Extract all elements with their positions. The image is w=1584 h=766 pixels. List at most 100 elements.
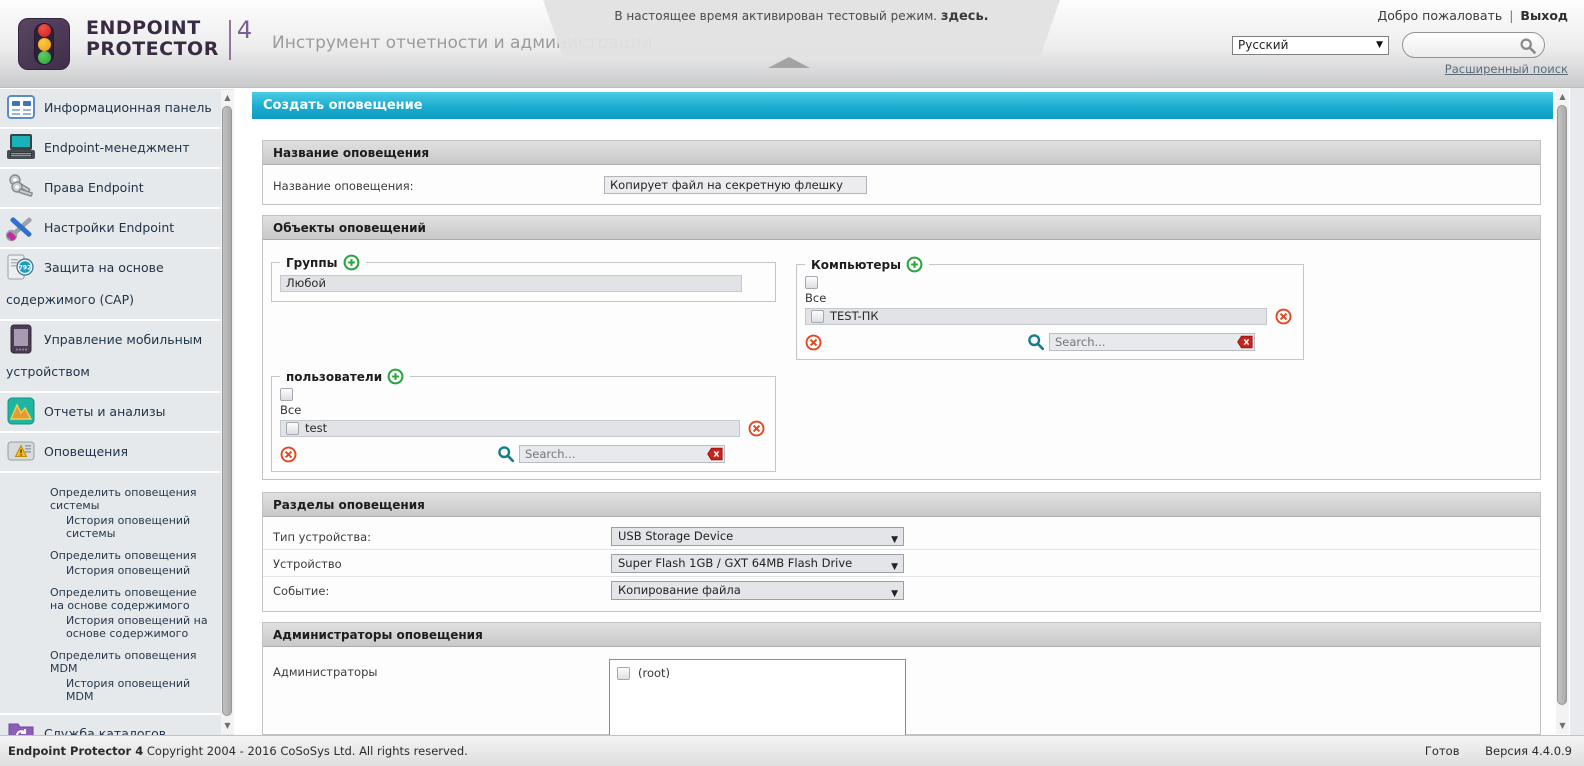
status-ready: Готов (1424, 744, 1460, 758)
sidebar-item-label: Endpoint-менеджмент (44, 140, 190, 155)
add-group-icon[interactable] (343, 254, 360, 271)
session-bar: Добро пожаловать | Выход (1378, 8, 1569, 23)
administrator-root-checkbox[interactable] (617, 666, 630, 680)
logo[interactable]: ENDPOINT PROTECTOR 4 (18, 16, 253, 70)
remove-computer-icon[interactable] (1275, 308, 1292, 325)
computers-search-input[interactable] (1049, 333, 1255, 351)
clear-users-icon[interactable] (280, 446, 297, 463)
sidebar-scrollbar[interactable]: ▲ ▼ (221, 90, 234, 734)
version-text: Версия 4.4.0.9 (1485, 744, 1572, 758)
search-icon[interactable] (1519, 37, 1537, 55)
event-select[interactable]: Копирование файла ▼ (611, 581, 904, 600)
groups-legend: Группы (286, 255, 338, 270)
sidebar-item-endpoint-management[interactable]: Endpoint-менеджмент (0, 129, 220, 169)
logo-divider (228, 20, 231, 60)
add-user-icon[interactable] (387, 368, 404, 385)
users-all-checkbox[interactable] (280, 388, 293, 401)
sidebar-item-content-aware-protection[interactable]: 792 Защита на основе содержимого (CAP) (0, 249, 220, 321)
language-selected-value: Русский (1238, 38, 1289, 52)
event-value: Копирование файла (618, 583, 741, 597)
test-mode-banner: В настоящее время активирован тестовый р… (543, 0, 1060, 57)
main-scrollbar-thumb[interactable] (1557, 105, 1567, 705)
computer-item-checkbox[interactable] (811, 310, 824, 323)
sidebar-item-endpoint-settings[interactable]: Настройки Endpoint (0, 209, 220, 249)
computers-all-checkbox[interactable] (805, 276, 818, 289)
keys-icon (6, 172, 44, 204)
banner-here-link[interactable]: здесь. (941, 9, 989, 24)
section-alert-name: Название оповещения Название оповещения: (262, 140, 1541, 205)
logout-link[interactable]: Выход (1520, 8, 1568, 23)
banner-collapse-arrow[interactable] (768, 57, 810, 68)
welcome-text: Добро пожаловать (1377, 8, 1503, 23)
scroll-up-icon[interactable]: ▲ (1556, 91, 1569, 103)
copyright-rest: Copyright 2004 - 2016 CoSoSys Ltd. All r… (146, 744, 468, 758)
device-type-value: USB Storage Device (618, 529, 734, 543)
submenu-alerts-history[interactable]: История оповещений (0, 564, 220, 577)
computers-search-clear-icon[interactable] (1237, 335, 1253, 349)
submenu-define-content-aware-alert[interactable]: Определить оповещение на основе содержим… (0, 586, 220, 612)
sidebar: Информационная панель Endpoint-менеджмен… (0, 89, 234, 766)
sidebar-item-endpoint-rights[interactable]: Права Endpoint (0, 169, 220, 209)
logo-version: 4 (236, 16, 253, 44)
submenu-system-alerts-history[interactable]: История оповещений системы (0, 514, 220, 540)
chevron-down-icon: ▼ (891, 535, 898, 545)
sidebar-item-reports-analysis[interactable]: Отчеты и анализы (0, 393, 220, 433)
submenu-define-system-alerts[interactable]: Определить оповещения системы (0, 486, 220, 512)
endpoint-protector-app: ENDPOINT PROTECTOR 4 Инструмент отчетнос… (0, 0, 1584, 766)
sidebar-scrollbar-thumb[interactable] (222, 106, 232, 716)
users-box: пользователи Все test (271, 368, 776, 472)
sidebar-item-mobile-device-management[interactable]: Управление мобильным устройством (0, 321, 220, 393)
device-type-select[interactable]: USB Storage Device ▼ (611, 527, 904, 546)
clear-computers-icon[interactable] (805, 334, 822, 351)
main-scrollbar[interactable]: ▲ ▼ (1556, 89, 1569, 734)
alert-name-input[interactable] (604, 176, 867, 194)
device-value: Super Flash 1GB / GXT 64MB Flash Drive (618, 556, 853, 570)
sidebar-item-dashboard[interactable]: Информационная панель (0, 89, 220, 129)
submenu-content-aware-alerts-history[interactable]: История оповещений на основе содержимого (0, 614, 220, 640)
remove-user-icon[interactable] (748, 420, 765, 437)
users-search-input[interactable] (519, 445, 725, 463)
tablet-icon (6, 324, 44, 356)
submenu-mdm-alerts-history[interactable]: История оповещений MDM (0, 677, 220, 703)
device-type-label: Тип устройства: (273, 530, 372, 544)
computers-search-icon (1027, 333, 1045, 351)
group-item-any[interactable]: Любой (280, 275, 742, 292)
page-title: Создать оповещение (252, 92, 1553, 119)
computers-box: Компьютеры Все TEST-ПК (796, 256, 1304, 360)
section-alert-objects: Объекты оповещений Группы Любой Компьюте… (262, 215, 1541, 480)
cap-icon: 792 (6, 252, 44, 284)
banner-text: В настоящее время активирован тестовый р… (614, 9, 938, 23)
device-label: Устройство (273, 557, 342, 571)
global-search (1402, 32, 1545, 58)
scroll-up-icon[interactable]: ▲ (221, 92, 234, 104)
administrator-option-root[interactable]: (root) (617, 666, 898, 680)
global-search-input[interactable] (1413, 36, 1517, 54)
footer-statusbar: Endpoint Protector 4 Copyright 2004 - 20… (0, 735, 1584, 766)
add-computer-icon[interactable] (906, 256, 923, 273)
users-search-clear-icon[interactable] (707, 447, 723, 461)
group-item-label: Любой (286, 276, 326, 290)
device-select[interactable]: Super Flash 1GB / GXT 64MB Flash Drive ▼ (611, 554, 904, 573)
advanced-search-link[interactable]: Расширенный поиск (1445, 62, 1568, 76)
submenu-define-mdm-alerts[interactable]: Определить оповещения MDM (0, 649, 220, 675)
user-item-checkbox[interactable] (286, 422, 299, 435)
users-search-icon (497, 445, 515, 463)
submenu-define-alerts[interactable]: Определить оповещения (0, 549, 220, 562)
users-legend: пользователи (286, 369, 383, 384)
sidebar-item-label: Права Endpoint (44, 180, 144, 195)
computer-item[interactable]: TEST-ПК (805, 308, 1267, 325)
language-select[interactable]: Русский ▼ (1232, 36, 1389, 55)
user-item-label: test (305, 421, 328, 435)
copyright-product: Endpoint Protector 4 (8, 744, 144, 758)
chevron-down-icon: ▼ (1376, 40, 1383, 50)
section-header: Разделы оповещения (263, 493, 1540, 517)
sidebar-item-label: Оповещения (44, 444, 128, 459)
dashboard-icon (6, 92, 44, 124)
sidebar-item-label: Отчеты и анализы (44, 404, 166, 419)
sidebar-item-alerts[interactable]: Оповещения (0, 433, 220, 473)
logo-line2: PROTECTOR (86, 38, 219, 60)
scroll-down-icon[interactable]: ▼ (221, 720, 234, 732)
scroll-down-icon[interactable]: ▼ (1556, 720, 1569, 732)
traffic-light-icon (18, 18, 70, 70)
user-item[interactable]: test (280, 420, 740, 437)
